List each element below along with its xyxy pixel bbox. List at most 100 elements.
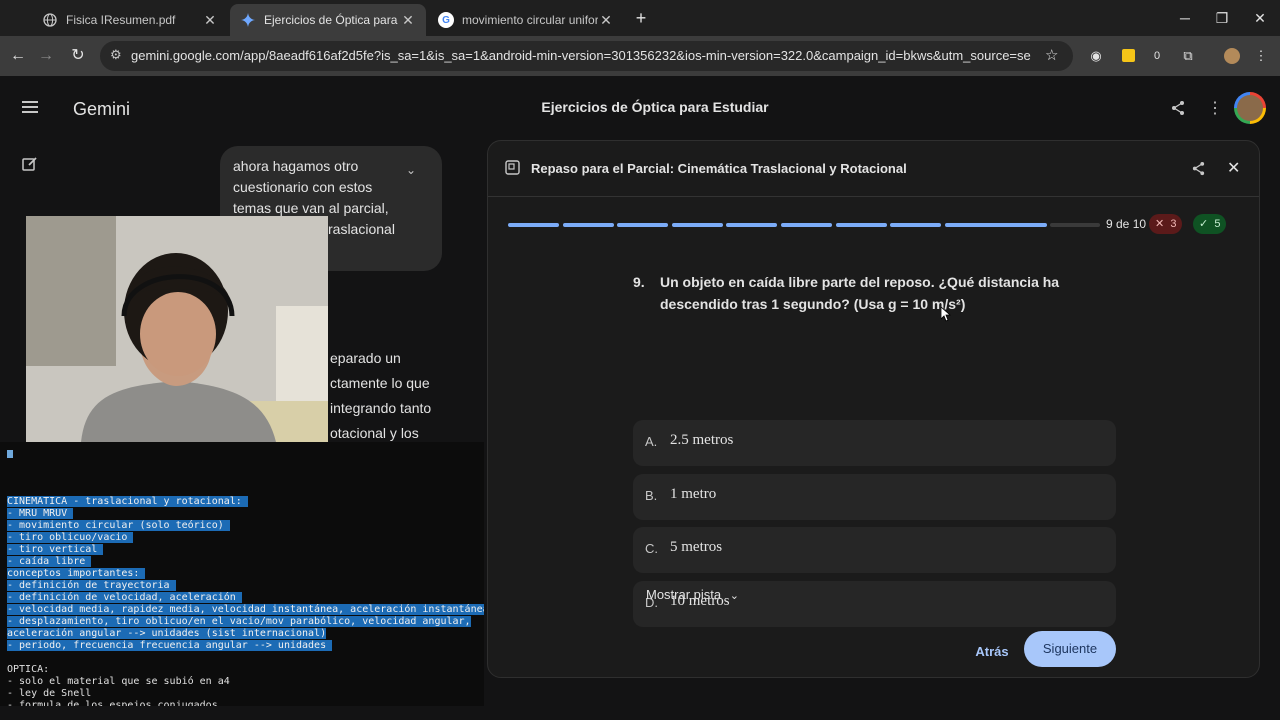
progress-segment bbox=[726, 223, 778, 227]
account-avatar[interactable] bbox=[1234, 92, 1266, 124]
progress-segment bbox=[835, 223, 887, 227]
gemini-icon bbox=[240, 12, 256, 28]
tab-gemini[interactable]: Ejercicios de Óptica para Estudi ✕ bbox=[230, 4, 426, 36]
terminal-line: - solo el material que se subió en a4 bbox=[7, 676, 230, 687]
share-icon[interactable] bbox=[1170, 100, 1186, 121]
forward-arrow-icon[interactable]: → bbox=[34, 44, 58, 68]
reply-text-line: integrando tanto bbox=[330, 400, 432, 416]
browser-toolbar: ← → ↻ ⚙ gemini.google.com/app/8aeadf616a… bbox=[0, 36, 1280, 76]
option-text: 2.5 metros bbox=[670, 432, 734, 448]
user-message-line: ahora hagamos otro bbox=[233, 158, 359, 174]
close-tab-icon[interactable]: ✕ bbox=[400, 12, 416, 29]
bookmark-star-icon[interactable]: ☆ bbox=[1045, 46, 1058, 64]
option-letter: C. bbox=[645, 541, 658, 556]
question-text: Un objeto en caída libre parte del repos… bbox=[660, 274, 1060, 312]
tab-strip: Fisica IResumen.pdf ✕ Ejercicios de Ópti… bbox=[0, 0, 1280, 36]
quiz-panel: Repaso para el Parcial: Cinemática Trasl… bbox=[487, 140, 1260, 678]
terminal-cursor bbox=[7, 450, 13, 458]
correct-count: 5 bbox=[1214, 218, 1221, 230]
terminal-line: - ley de Snell bbox=[7, 688, 92, 699]
progress-segment bbox=[671, 223, 723, 227]
close-quiz-icon[interactable]: ✕ bbox=[1227, 158, 1240, 178]
tab-title: movimiento circular uniforme d bbox=[462, 13, 598, 27]
chevron-down-icon[interactable]: ⌄ bbox=[406, 163, 416, 177]
terminal-overlay: CINEMATICA - traslacional y rotacional: … bbox=[0, 442, 484, 706]
quiz-icon bbox=[505, 160, 520, 180]
answer-option-a[interactable]: A. 2.5 metros bbox=[633, 420, 1116, 466]
new-tab-icon[interactable]: + bbox=[626, 6, 656, 30]
conversation-title: Ejercicios de Óptica para Estudiar bbox=[541, 99, 769, 115]
terminal-line: - formula de los espejos conjugados bbox=[7, 700, 218, 706]
terminal-line: - MRU MRUV bbox=[7, 508, 74, 519]
progress-segment bbox=[890, 223, 942, 227]
mouse-cursor-icon bbox=[940, 306, 952, 327]
option-text: 1 metro bbox=[670, 486, 717, 502]
new-chat-icon[interactable] bbox=[22, 156, 38, 177]
tab-google-search[interactable]: G movimiento circular uniforme d ✕ bbox=[428, 4, 624, 36]
chevron-down-icon: ⌄ bbox=[729, 590, 739, 602]
camera-icon[interactable]: ◉ bbox=[1086, 46, 1106, 66]
terminal-line: CINEMATICA - traslacional y rotacional: bbox=[7, 496, 248, 507]
webcam-overlay bbox=[26, 216, 328, 442]
progress-segment bbox=[1050, 223, 1101, 227]
back-arrow-icon[interactable]: ← bbox=[6, 44, 30, 68]
restore-icon[interactable]: ❐ bbox=[1207, 6, 1237, 30]
wrong-count-badge: ✕ 3 bbox=[1149, 214, 1183, 234]
share-quiz-icon[interactable] bbox=[1191, 161, 1206, 181]
terminal-line: OPTICA: bbox=[7, 664, 50, 675]
next-button[interactable]: Siguiente bbox=[1024, 631, 1116, 667]
terminal-line: - tiro vertical bbox=[7, 544, 104, 555]
quiz-header: Repaso para el Parcial: Cinemática Trasl… bbox=[488, 141, 1259, 197]
user-message-line: cuestionario con estos bbox=[233, 179, 373, 195]
option-letter: B. bbox=[645, 488, 658, 503]
profile-avatar-icon[interactable] bbox=[1222, 46, 1242, 66]
progress-segment bbox=[562, 223, 614, 227]
hint-label: Mostrar pista bbox=[646, 587, 722, 602]
reload-icon[interactable]: ↻ bbox=[66, 44, 90, 68]
globe-icon bbox=[42, 12, 58, 28]
browser-menu-icon[interactable]: ⋮ bbox=[1251, 46, 1271, 66]
correct-count-badge: ✓ 5 bbox=[1193, 214, 1227, 234]
progress-segment bbox=[617, 223, 669, 227]
quiz-title: Repaso para el Parcial: Cinemática Trasl… bbox=[531, 161, 907, 176]
terminal-line: aceleración angular --> unidades (sist i… bbox=[7, 628, 327, 639]
tab-title: Ejercicios de Óptica para Estudi bbox=[264, 13, 400, 27]
close-window-icon[interactable]: ✕ bbox=[1245, 6, 1275, 30]
terminal-line: conceptos importantes: bbox=[7, 568, 146, 579]
wrong-count: 3 bbox=[1170, 218, 1177, 230]
option-letter: A. bbox=[645, 434, 658, 449]
gemini-logo-text: Gemini bbox=[73, 99, 131, 119]
wrong-x-icon: ✕ bbox=[1155, 218, 1165, 230]
extensions-puzzle-icon[interactable]: ⧉ bbox=[1178, 46, 1198, 66]
close-tab-icon[interactable]: ✕ bbox=[598, 12, 614, 29]
answer-option-c[interactable]: C. 5 metros bbox=[633, 527, 1116, 573]
google-icon: G bbox=[438, 12, 454, 28]
extension-counter-icon[interactable]: 0 bbox=[1147, 46, 1167, 66]
extension-yellow-icon[interactable] bbox=[1118, 46, 1138, 66]
terminal-line: - definición de velocidad, aceleración bbox=[7, 592, 242, 603]
terminal-line: - caída libre bbox=[7, 556, 92, 567]
terminal-line: - periodo, frecuencia frecuencia angular… bbox=[7, 640, 333, 651]
reply-text-line: eparado un bbox=[330, 350, 401, 366]
address-bar[interactable]: ⚙ gemini.google.com/app/8aeadf616af2d5fe… bbox=[100, 41, 1073, 71]
terminal-line: - tiro oblicuo/vacio bbox=[7, 532, 134, 543]
question-number: 9. bbox=[633, 274, 645, 290]
main-menu-icon[interactable] bbox=[22, 100, 40, 114]
reply-text-line: otacional y los bbox=[330, 425, 419, 441]
option-text: 5 metros bbox=[670, 539, 723, 555]
minimize-icon[interactable]: ─ bbox=[1170, 6, 1200, 30]
progress-segment bbox=[781, 223, 832, 227]
back-button[interactable]: Atrás bbox=[962, 637, 1022, 667]
tab-fisica-pdf[interactable]: Fisica IResumen.pdf ✕ bbox=[32, 4, 228, 36]
show-hint-button[interactable]: Mostrar pista ⌄ bbox=[646, 587, 739, 602]
more-options-icon[interactable]: ⋮ bbox=[1207, 98, 1223, 118]
terminal-line: - velocidad media, rapidez media, veloci… bbox=[7, 604, 484, 616]
terminal-line: - desplazamiento, tiro oblicuo/en el vac… bbox=[7, 616, 471, 627]
terminal-line: - definición de trayectoria bbox=[7, 580, 176, 591]
progress-segment bbox=[508, 223, 559, 227]
site-info-icon[interactable]: ⚙ bbox=[110, 47, 122, 63]
check-icon: ✓ bbox=[1199, 218, 1209, 230]
close-tab-icon[interactable]: ✕ bbox=[202, 12, 218, 29]
tab-title: Fisica IResumen.pdf bbox=[66, 13, 176, 27]
answer-option-b[interactable]: B. 1 metro bbox=[633, 474, 1116, 520]
